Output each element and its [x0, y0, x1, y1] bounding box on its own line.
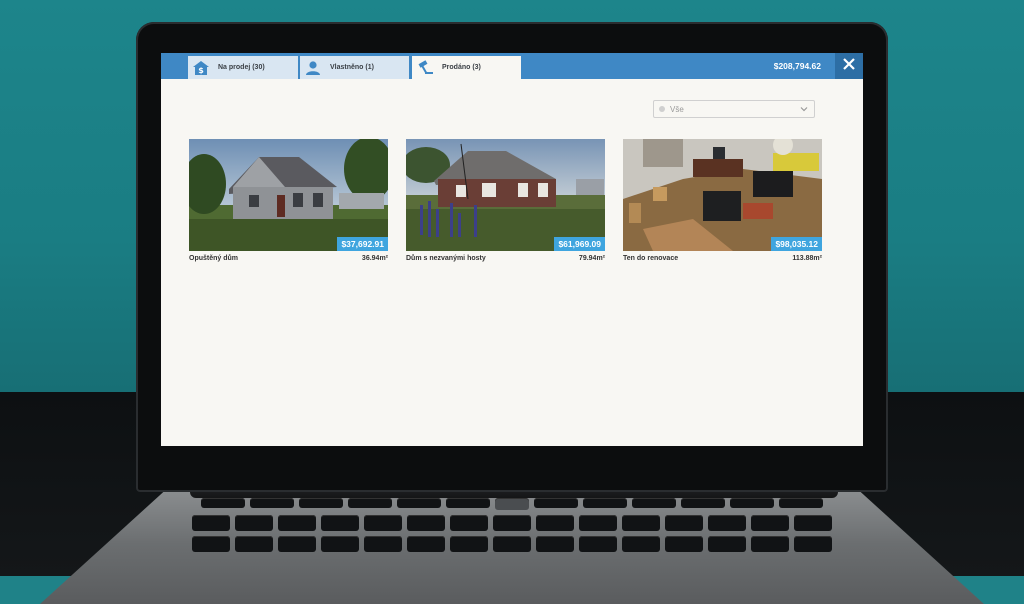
svg-text:$: $	[198, 66, 204, 75]
property-card[interactable]: $98,035.12 Ten do renovace 113.88m²	[623, 139, 822, 262]
property-price: $98,035.12	[771, 237, 822, 251]
tab-label: Vlastněno (1)	[330, 64, 374, 71]
balance: $208,794.62	[773, 61, 821, 71]
house-dollar-icon: $	[188, 56, 214, 79]
property-name: Ten do renovace	[623, 255, 679, 262]
tab-sold[interactable]: Prodáno (3)	[412, 56, 521, 79]
property-image: $61,969.09	[406, 139, 605, 251]
tab-owned[interactable]: Vlastněno (1)	[300, 56, 409, 79]
keyboard	[150, 498, 874, 576]
property-area: 36.94m²	[361, 255, 388, 262]
tab-label: Prodáno (3)	[442, 64, 481, 71]
property-card[interactable]: $37,692.91 Opuštěný dům 36.94m²	[189, 139, 388, 262]
property-price: $37,692.91	[337, 237, 388, 251]
property-card[interactable]: $61,969.09 Dům s nezvanými hosty 79.94m²	[406, 139, 605, 262]
tab-for-sale[interactable]: $ Na prodej (30)	[188, 56, 298, 79]
filter-dropdown[interactable]: Vše	[653, 100, 815, 118]
filter-dot-icon	[659, 106, 665, 112]
close-icon	[842, 57, 856, 76]
laptop-screen: $ Na prodej (30) Vlastněno (1) Prodáno (…	[161, 53, 863, 446]
gavel-icon	[412, 56, 438, 79]
chevron-down-icon	[800, 105, 808, 115]
property-area: 113.88m²	[792, 255, 822, 262]
close-button[interactable]	[835, 53, 863, 79]
property-name: Dům s nezvanými hosty	[406, 255, 486, 262]
property-name: Opuštěný dům	[189, 255, 239, 262]
property-image: $37,692.91	[189, 139, 388, 251]
property-area: 79.94m²	[578, 255, 605, 262]
property-price: $61,969.09	[554, 237, 605, 251]
tab-label: Na prodej (30)	[218, 64, 265, 71]
property-image: $98,035.12	[623, 139, 822, 251]
power-button[interactable]	[495, 498, 529, 510]
filter-value: Vše	[670, 104, 684, 114]
person-icon	[300, 56, 326, 79]
